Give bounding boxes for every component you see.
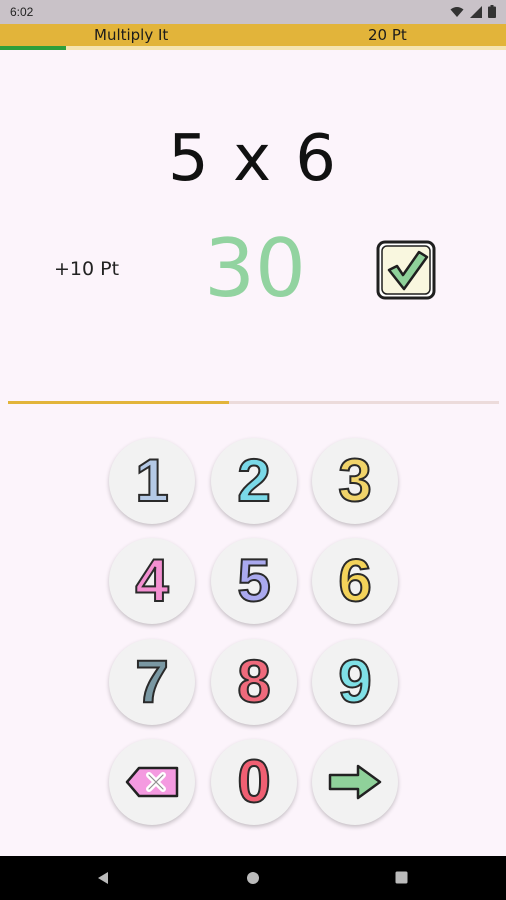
key-9-label: 9 <box>337 648 372 715</box>
key-0-label: 0 <box>236 748 271 815</box>
status-bar: 6:02 <box>0 0 506 24</box>
key-7-button[interactable]: 7 <box>109 639 195 725</box>
recents-icon[interactable] <box>395 871 408 884</box>
status-time: 6:02 <box>10 5 34 19</box>
level-progress-fill <box>0 46 66 50</box>
key-3-label: 3 <box>337 447 372 514</box>
points-earned: +10 Pt <box>54 258 120 280</box>
timer-fill <box>8 401 229 404</box>
question-text: 5 x 6 <box>168 122 338 196</box>
answer-display: 30 <box>204 222 306 315</box>
key-8-label: 8 <box>236 648 271 715</box>
key-4-label: 4 <box>134 547 169 614</box>
key-1-button[interactable]: 1 <box>109 438 195 524</box>
app-bar: Multiply It 20 Pt <box>0 24 506 46</box>
key-0-button[interactable]: 0 <box>211 739 297 825</box>
key-7-label: 7 <box>134 648 169 715</box>
signal-icon <box>470 5 482 18</box>
key-8-button[interactable]: 8 <box>211 639 297 725</box>
delete-button[interactable] <box>109 739 195 825</box>
home-icon[interactable] <box>246 871 260 885</box>
wifi-icon <box>450 6 464 17</box>
backspace-x-icon <box>125 766 179 798</box>
key-3-button[interactable]: 3 <box>312 438 398 524</box>
key-9-button[interactable]: 9 <box>312 639 398 725</box>
key-2-button[interactable]: 2 <box>211 438 297 524</box>
key-2-label: 2 <box>236 447 271 514</box>
arrow-right-icon <box>328 764 382 800</box>
key-5-button[interactable]: 5 <box>211 538 297 624</box>
navigation-bar <box>0 856 506 900</box>
key-1-label: 1 <box>134 447 169 514</box>
key-6-button[interactable]: 6 <box>312 538 398 624</box>
app-title: Multiply It <box>94 26 169 44</box>
checkmark-icon <box>376 240 436 300</box>
key-4-button[interactable]: 4 <box>109 538 195 624</box>
battery-icon <box>488 5 496 18</box>
back-icon[interactable] <box>96 871 110 885</box>
level-progress-bar <box>0 46 506 50</box>
score-label: 20 Pt <box>368 26 407 44</box>
timer-bar <box>8 401 499 404</box>
key-5-label: 5 <box>236 547 271 614</box>
status-icons <box>450 5 496 18</box>
submit-button[interactable] <box>312 739 398 825</box>
key-6-label: 6 <box>337 547 372 614</box>
